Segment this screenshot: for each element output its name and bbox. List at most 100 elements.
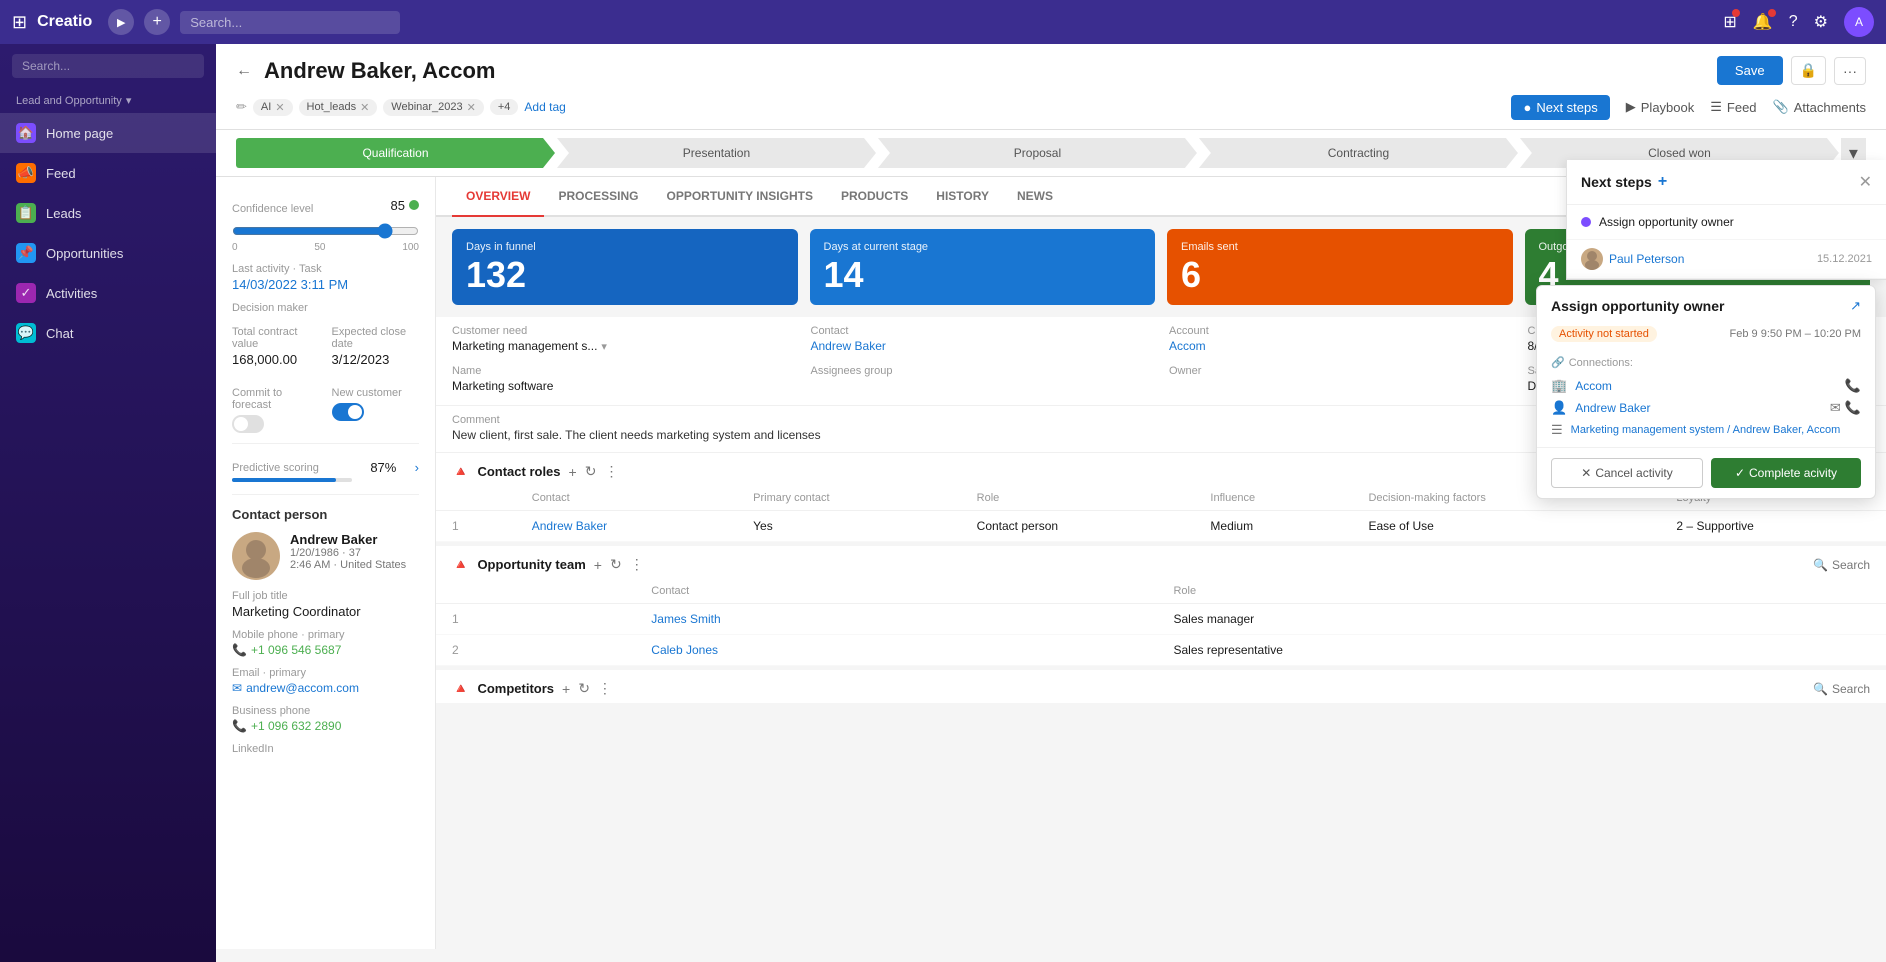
new-customer-toggle[interactable] xyxy=(332,403,364,421)
playbook-button[interactable]: ▶ Playbook xyxy=(1626,93,1694,121)
play-button[interactable]: ▶ xyxy=(108,9,134,35)
commit-toggle[interactable] xyxy=(232,415,264,433)
action-row: ● Next steps ▶ Playbook ☰ Feed 📎 Attachm… xyxy=(1511,93,1866,121)
ns-person-avatar xyxy=(1581,248,1603,270)
ap-conn-item-0[interactable]: 🏢 Accom 📞 xyxy=(1551,375,1861,397)
sidebar-item-home[interactable]: 🏠 Home page xyxy=(0,113,216,153)
more-contact-roles-icon[interactable]: ⋮ xyxy=(604,463,618,480)
lock-button[interactable]: 🔒 xyxy=(1791,56,1826,85)
edit-icon[interactable]: ✏ xyxy=(236,99,247,115)
sidebar-section-label[interactable]: Lead and Opportunity ▾ xyxy=(0,88,216,113)
cancel-activity-button[interactable]: ✕ Cancel activity xyxy=(1551,458,1703,488)
pipeline-stage-proposal[interactable]: Proposal xyxy=(878,138,1197,168)
contact-value[interactable]: Andrew Baker xyxy=(811,339,1154,353)
sidebar-search-input[interactable] xyxy=(12,54,204,78)
ap-conn-item-2[interactable]: ☰ Marketing management system / Andrew B… xyxy=(1551,419,1861,441)
expected-close-value: 3/12/2023 xyxy=(332,352,420,367)
sidebar-item-feed[interactable]: 📣 Feed xyxy=(0,153,216,193)
user-avatar[interactable]: A xyxy=(1844,7,1874,37)
confidence-slider[interactable] xyxy=(232,223,419,239)
email-icon-1[interactable]: ✉ xyxy=(1830,400,1841,416)
contact-roles-icon: 🔺 xyxy=(452,463,469,480)
tab-processing[interactable]: PROCESSING xyxy=(544,177,652,217)
next-steps-button[interactable]: ● Next steps xyxy=(1511,95,1609,120)
more-competitors-icon[interactable]: ⋮ xyxy=(598,680,612,697)
back-button[interactable]: ← xyxy=(236,62,252,80)
predictive-scoring: Predictive scoring 87% › xyxy=(232,443,419,482)
more-opp-team-icon[interactable]: ⋮ xyxy=(630,556,644,573)
grid-icon[interactable]: ⊞ xyxy=(12,12,27,33)
customer-need-label: Customer need xyxy=(452,325,795,337)
tab-news[interactable]: NEWS xyxy=(1003,177,1067,217)
ns-person-date: 15.12.2021 xyxy=(1817,253,1872,265)
opp-row1-contact[interactable]: James Smith xyxy=(635,604,1157,635)
topbar-search-input[interactable] xyxy=(180,11,400,34)
metric-days-stage: Days at current stage 14 xyxy=(810,229,1156,305)
more-options-button[interactable]: ··· xyxy=(1834,57,1866,85)
last-activity-value[interactable]: 14/03/2022 3:11 PM xyxy=(232,277,419,292)
ap-header: Assign opportunity owner ↗ xyxy=(1537,286,1875,322)
customer-need-value[interactable]: Marketing management s... ▾ xyxy=(452,339,795,353)
help-icon[interactable]: ? xyxy=(1789,13,1798,31)
tab-overview[interactable]: OVERVIEW xyxy=(452,177,544,217)
tab-products[interactable]: PRODUCTS xyxy=(827,177,922,217)
opp-team-search[interactable]: 🔍 Search xyxy=(1813,558,1870,572)
contract-value-label: Total contract value xyxy=(232,326,320,350)
sidebar-item-opportunities[interactable]: 📌 Opportunities xyxy=(0,233,216,273)
pipeline-stage-qualification[interactable]: Qualification xyxy=(236,138,555,168)
refresh-opp-team-icon[interactable]: ↻ xyxy=(610,556,622,573)
contact-name[interactable]: Andrew Baker xyxy=(290,532,419,547)
opp-row2-contact[interactable]: Caleb Jones xyxy=(635,635,1157,666)
chat-icon: 💬 xyxy=(16,323,36,343)
add-tag-button[interactable]: Add tag xyxy=(524,100,565,114)
email-value[interactable]: ✉ andrew@accom.com xyxy=(232,681,419,695)
opportunity-team-header: 🔺 Opportunity team + ↻ ⋮ 🔍 Search xyxy=(436,546,1886,579)
sidebar-item-leads[interactable]: 📋 Leads xyxy=(0,193,216,233)
call-icon-0[interactable]: 📞 xyxy=(1845,378,1861,394)
cancel-icon: ✕ xyxy=(1581,466,1591,480)
phone-value[interactable]: 📞 +1 096 546 5687 xyxy=(232,643,419,657)
refresh-contact-roles-icon[interactable]: ↻ xyxy=(585,463,597,480)
remove-tag-hot[interactable]: ✕ xyxy=(360,101,369,114)
sidebar-item-chat[interactable]: 💬 Chat xyxy=(0,313,216,353)
account-value[interactable]: Accom xyxy=(1169,339,1512,353)
remove-tag-ai[interactable]: ✕ xyxy=(275,101,284,114)
ns-add-button[interactable]: + xyxy=(1658,173,1667,191)
ns-close-button[interactable]: ✕ xyxy=(1859,172,1872,192)
confidence-label: Confidence level xyxy=(232,203,313,215)
row-influence: Medium xyxy=(1194,511,1352,542)
call-icon-1[interactable]: 📞 xyxy=(1845,400,1861,416)
row-loyalty: 2 – Supportive xyxy=(1660,511,1886,542)
ap-external-link-icon[interactable]: ↗ xyxy=(1850,298,1861,314)
pipeline-stage-presentation[interactable]: Presentation xyxy=(557,138,876,168)
tag-more[interactable]: +4 xyxy=(490,99,519,115)
ns-item[interactable]: Assign opportunity owner xyxy=(1567,205,1886,240)
biz-phone-value[interactable]: 📞 +1 096 632 2890 xyxy=(232,719,419,733)
ap-conn-actions-0: 📞 xyxy=(1845,378,1861,394)
pipeline-stage-contracting[interactable]: Contracting xyxy=(1199,138,1518,168)
refresh-competitors-icon[interactable]: ↻ xyxy=(578,680,590,697)
row-contact[interactable]: Andrew Baker xyxy=(516,511,737,542)
competitors-search[interactable]: 🔍 Search xyxy=(1813,682,1870,696)
save-button[interactable]: Save xyxy=(1717,56,1783,85)
expected-close-label: Expected close date xyxy=(332,326,420,350)
remove-tag-webinar[interactable]: ✕ xyxy=(467,101,476,114)
add-button[interactable]: + xyxy=(144,9,170,35)
ns-header: Next steps + ✕ xyxy=(1567,160,1886,205)
notifications-icon[interactable]: 🔔 xyxy=(1753,12,1773,32)
email-field: Email · primary ✉ andrew@accom.com xyxy=(232,667,419,695)
feed-action-button[interactable]: ☰ Feed xyxy=(1710,93,1756,121)
tab-history[interactable]: HISTORY xyxy=(922,177,1003,217)
complete-activity-button[interactable]: ✓ Complete acivity xyxy=(1711,458,1861,488)
tab-opportunity-insights[interactable]: OPPORTUNITY INSIGHTS xyxy=(652,177,826,217)
ap-conn-item-1[interactable]: 👤 Andrew Baker ✉ 📞 xyxy=(1551,397,1861,419)
sidebar-item-activities[interactable]: ✓ Activities xyxy=(0,273,216,313)
add-opp-team-icon[interactable]: + xyxy=(594,557,602,573)
add-competitor-icon[interactable]: + xyxy=(562,681,570,697)
settings-icon[interactable]: ⚙ xyxy=(1814,12,1828,32)
ns-person-name[interactable]: Paul Peterson xyxy=(1609,252,1684,266)
attachments-button[interactable]: 📎 Attachments xyxy=(1773,93,1866,121)
apps-icon[interactable]: ⊞ xyxy=(1723,12,1736,32)
add-contact-role-icon[interactable]: + xyxy=(569,464,577,480)
predictive-expand-icon[interactable]: › xyxy=(415,460,419,475)
